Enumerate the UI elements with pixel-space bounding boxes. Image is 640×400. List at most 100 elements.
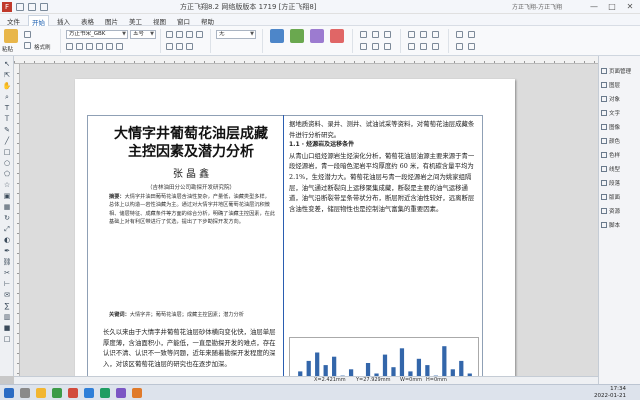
group-icon[interactable] [360,31,367,38]
rectangle-tool-icon[interactable]: □ [2,148,12,157]
document-page[interactable]: 大情字井葡萄花油层成藏 主控因素及潜力分析 张 晶 鑫 （吉林油田分公司勘探开发… [75,79,515,376]
star-tool-icon[interactable]: ☆ [2,181,12,190]
panel-paragraph[interactable]: 段落 [601,178,639,190]
underline-icon[interactable] [86,43,93,50]
rotate-tool-icon[interactable]: ↻ [2,214,12,223]
start-icon[interactable] [4,388,14,398]
direct-select-tool-icon[interactable]: ⇱ [2,71,12,80]
font-color-icon[interactable] [96,43,103,50]
align-objects-icon[interactable] [384,43,391,50]
body-text-right-column[interactable]: 据地质资料、录井、测井、试油试采等资料，对葡萄花油层成藏条件进行分析研究。 1.… [289,119,479,214]
document-canvas[interactable]: 大情字井葡萄花油层成藏 主控因素及潜力分析 张 晶 鑫 （吉林油田分公司勘探开发… [20,64,598,376]
align-right-icon[interactable] [186,31,193,38]
founder-app-icon[interactable] [68,388,78,398]
panel-objects[interactable]: 对象 [601,94,639,106]
italic-icon[interactable] [76,43,83,50]
body-text-left-column[interactable]: 长久以来由于大情字井葡萄花油层砂体横向变化快，油层单层厚度薄，含油面积小，产能低… [103,327,281,369]
app-icon[interactable] [132,388,142,398]
table-icon[interactable] [310,29,324,43]
format-brush-button[interactable]: 格式刷 [34,43,51,51]
embedded-chart[interactable] [289,337,479,376]
align-center-icon[interactable] [176,31,183,38]
polygon-tool-icon[interactable]: ⬠ [2,170,12,179]
panel-swatches[interactable]: 色样 [601,150,639,162]
redo-quick-icon[interactable] [40,3,48,11]
align-justify-icon[interactable] [196,31,203,38]
paste-icon[interactable] [4,29,18,43]
search-icon[interactable] [20,388,30,398]
settings-icon[interactable] [468,43,475,50]
text-tool-icon[interactable]: T [2,104,12,113]
select-tool-icon[interactable]: ↖ [2,60,12,69]
grid-icon[interactable] [420,43,427,50]
panel-layout[interactable]: 版面 [601,192,639,204]
formula-tool-icon[interactable]: ∑ [2,302,12,311]
cut-icon[interactable] [24,31,31,38]
text-box-icon[interactable] [270,29,284,43]
eyedropper-tool-icon[interactable]: ✒ [2,247,12,256]
guides-icon[interactable] [432,43,439,50]
font-size-select[interactable]: 五号 ▼ [130,30,156,39]
zoom-tool-icon[interactable]: ⌕ [2,93,12,102]
shape-icon[interactable] [330,29,344,43]
measure-tool-icon[interactable]: ⊢ [2,280,12,289]
hand-tool-icon[interactable]: ✋ [2,82,12,91]
article-title[interactable]: 大情字井葡萄花油层成藏 主控因素及潜力分析 [105,125,277,161]
panel-color[interactable]: 颜色 [601,136,639,148]
app-icon[interactable] [116,388,126,398]
zoom-out-icon[interactable] [420,31,427,38]
horizontal-ruler[interactable] [14,56,598,64]
align-left-icon[interactable] [166,31,173,38]
gradient-tool-icon[interactable]: ◐ [2,236,12,245]
outdent-icon[interactable] [176,43,183,50]
panel-text[interactable]: 文字 [601,108,639,120]
table-tool-icon[interactable]: ▦ [2,203,12,212]
superscript-icon[interactable] [106,43,113,50]
panel-line-style[interactable]: 线型 [601,164,639,176]
article-keywords[interactable]: 关键词：大情字井；葡萄花油层；成藏主控因素；潜力分析 [109,311,275,319]
note-tool-icon[interactable]: ✉ [2,291,12,300]
article-affiliation[interactable]: （吉林油田分公司勘探开发研究院） [105,183,277,191]
preview-icon[interactable] [408,43,415,50]
maximize-button[interactable]: □ [604,1,620,13]
minimize-button[interactable]: — [586,1,602,13]
panel-page-manager[interactable]: 页面管理 [601,66,639,78]
word-icon[interactable] [84,388,94,398]
style-select[interactable]: 无 ▼ [216,30,256,39]
bring-front-icon[interactable] [360,43,367,50]
save-quick-icon[interactable] [16,3,24,11]
panel-scripts[interactable]: 脚本 [601,220,639,232]
vertical-text-tool-icon[interactable]: Ｔ [2,115,12,124]
bold-icon[interactable] [66,43,73,50]
copy-icon[interactable] [24,42,31,49]
indent-icon[interactable] [166,43,173,50]
pdf-icon[interactable] [456,43,463,50]
line-spacing-icon[interactable] [186,43,193,50]
panel-layers[interactable]: 图层 [601,80,639,92]
system-clock[interactable]: 17:34 2022-01-21 [594,386,626,400]
fit-page-icon[interactable] [432,31,439,38]
stroke-color-icon[interactable]: □ [2,335,12,344]
image-tool-icon[interactable]: ▣ [2,192,12,201]
excel-icon[interactable] [100,388,110,398]
article-abstract[interactable]: 摘要：大情字井油田葡萄花油层含油性复杂，产量低，油藏类型多样，总体上以构造—岩性… [109,193,275,227]
panel-resources[interactable]: 资源 [601,206,639,218]
pen-tool-icon[interactable]: ✎ [2,126,12,135]
close-button[interactable]: ✕ [622,1,638,13]
browser-icon[interactable] [52,388,62,398]
ellipse-tool-icon[interactable]: ○ [2,159,12,168]
app-logo-icon[interactable]: F [2,2,12,12]
lock-icon[interactable] [384,31,391,38]
send-back-icon[interactable] [372,43,379,50]
article-author[interactable]: 张 晶 鑫 [105,165,277,180]
scissors-tool-icon[interactable]: ✂ [2,269,12,278]
chart-tool-icon[interactable]: ▥ [2,313,12,322]
file-explorer-icon[interactable] [36,388,46,398]
line-tool-icon[interactable]: ╱ [2,137,12,146]
undo-quick-icon[interactable] [28,3,36,11]
fill-color-icon[interactable]: ■ [2,324,12,333]
scale-tool-icon[interactable]: ⤢ [2,225,12,234]
export-icon[interactable] [456,31,463,38]
subscript-icon[interactable] [116,43,123,50]
ungroup-icon[interactable] [372,31,379,38]
